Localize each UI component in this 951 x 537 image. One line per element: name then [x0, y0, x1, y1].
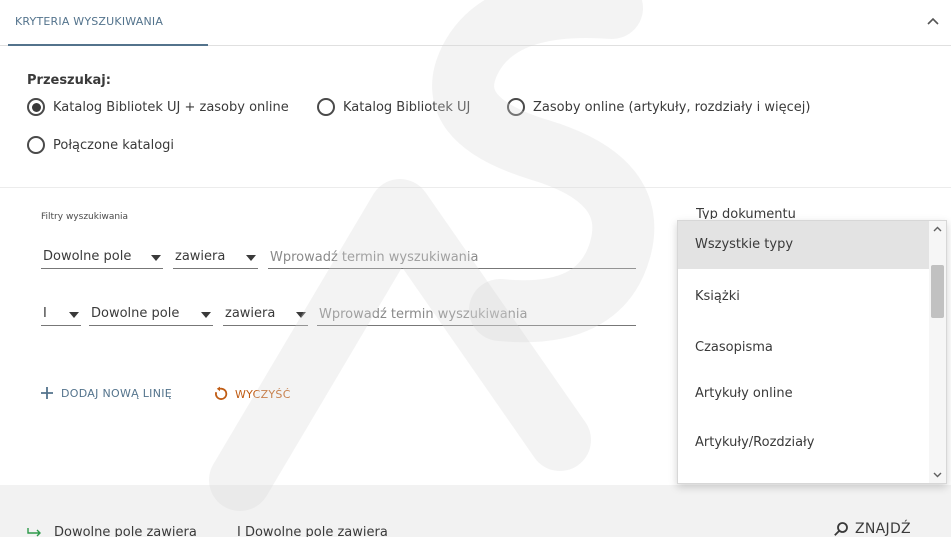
filters-label: Filtry wyszukiwania	[41, 212, 129, 222]
caret-down-icon	[246, 255, 256, 261]
criteria-header: KRYTERIA WYSZUKIWANIA	[0, 0, 951, 46]
boolean-select-row-2[interactable]: I	[41, 304, 81, 326]
doc-type-option[interactable]: Artykuły/Rozdziały	[678, 419, 930, 467]
plus-icon	[41, 387, 53, 399]
radio-unchecked-icon	[507, 98, 525, 116]
doc-type-label: Typ dokumentu	[696, 207, 796, 219]
search-term-input-row-1[interactable]	[268, 247, 636, 269]
clear-button[interactable]: WYCZYŚĆ	[212, 386, 291, 402]
caret-down-icon	[296, 312, 306, 318]
search-term-input-row-2[interactable]	[317, 304, 636, 326]
radio-online-resources[interactable]: Zasoby online (artykuły, rozdziały i wię…	[507, 98, 810, 116]
operator-select-row-1[interactable]: zawiera	[173, 247, 258, 269]
query-summary-line-2: I Dowolne pole zawiera	[237, 525, 388, 537]
add-line-label: DODAJ NOWĄ LINIĘ	[61, 386, 173, 400]
scrollbar-thumb[interactable]	[931, 265, 944, 318]
caret-down-icon	[201, 312, 211, 318]
radio-uj-plus-online[interactable]: Katalog Bibliotek UJ + zasoby online	[27, 98, 289, 116]
section-divider	[0, 187, 951, 188]
doc-type-listbox[interactable]: Wszystkie typy Książki Czasopisma Artyku…	[677, 220, 947, 484]
reset-icon	[215, 386, 228, 400]
caret-down-icon	[69, 312, 79, 318]
boolean-select-value: I	[43, 306, 47, 321]
tab-search-criteria[interactable]: KRYTERIA WYSZUKIWANIA	[8, 0, 208, 46]
field-select-value: Dowolne pole	[91, 306, 180, 321]
redirect-arrow-icon	[27, 528, 41, 537]
doc-type-option[interactable]: Wszystkie typy	[678, 221, 930, 269]
search-button[interactable]: ZNAJDŹ	[833, 521, 911, 537]
add-line-button[interactable]: DODAJ NOWĄ LINIĘ	[40, 386, 172, 400]
search-button-label: ZNAJDŹ	[855, 521, 911, 537]
radio-label: Katalog Bibliotek UJ	[343, 99, 471, 115]
tab-label: KRYTERIA WYSZUKIWANIA	[15, 15, 164, 28]
field-select-row-2[interactable]: Dowolne pole	[89, 304, 213, 326]
clear-label: WYCZYŚĆ	[235, 387, 291, 401]
search-icon	[834, 522, 848, 536]
listbox-scrollbar[interactable]	[929, 221, 946, 483]
query-summary-line-1: Dowolne pole zawiera	[54, 525, 197, 537]
radio-label: Zasoby online (artykuły, rozdziały i wię…	[533, 99, 811, 115]
doc-type-option[interactable]: Artykuły online	[678, 370, 930, 418]
radio-checked-icon	[27, 98, 45, 116]
doc-type-option[interactable]: Książki	[678, 273, 930, 321]
radio-unchecked-icon	[317, 98, 335, 116]
doc-type-option[interactable]: Czasopisma	[678, 324, 930, 372]
caret-down-icon	[151, 255, 161, 261]
radio-label: Katalog Bibliotek UJ + zasoby online	[53, 99, 289, 115]
operator-select-row-2[interactable]: zawiera	[223, 304, 308, 326]
scroll-down-icon[interactable]	[932, 469, 943, 480]
radio-combined-catalogs[interactable]: Połączone katalogi	[27, 136, 174, 154]
radio-uj-catalog[interactable]: Katalog Bibliotek UJ	[317, 98, 470, 116]
chevron-up-icon	[927, 17, 939, 25]
scroll-up-icon[interactable]	[932, 224, 943, 235]
collapse-button[interactable]	[921, 10, 945, 34]
operator-select-value: zawiera	[225, 306, 276, 321]
field-select-value: Dowolne pole	[43, 249, 132, 264]
operator-select-value: zawiera	[175, 249, 226, 264]
field-select-row-1[interactable]: Dowolne pole	[41, 247, 163, 269]
radio-label: Połączone katalogi	[53, 137, 175, 153]
radio-unchecked-icon	[27, 136, 45, 154]
scope-title: Przeszukaj:	[27, 73, 111, 88]
